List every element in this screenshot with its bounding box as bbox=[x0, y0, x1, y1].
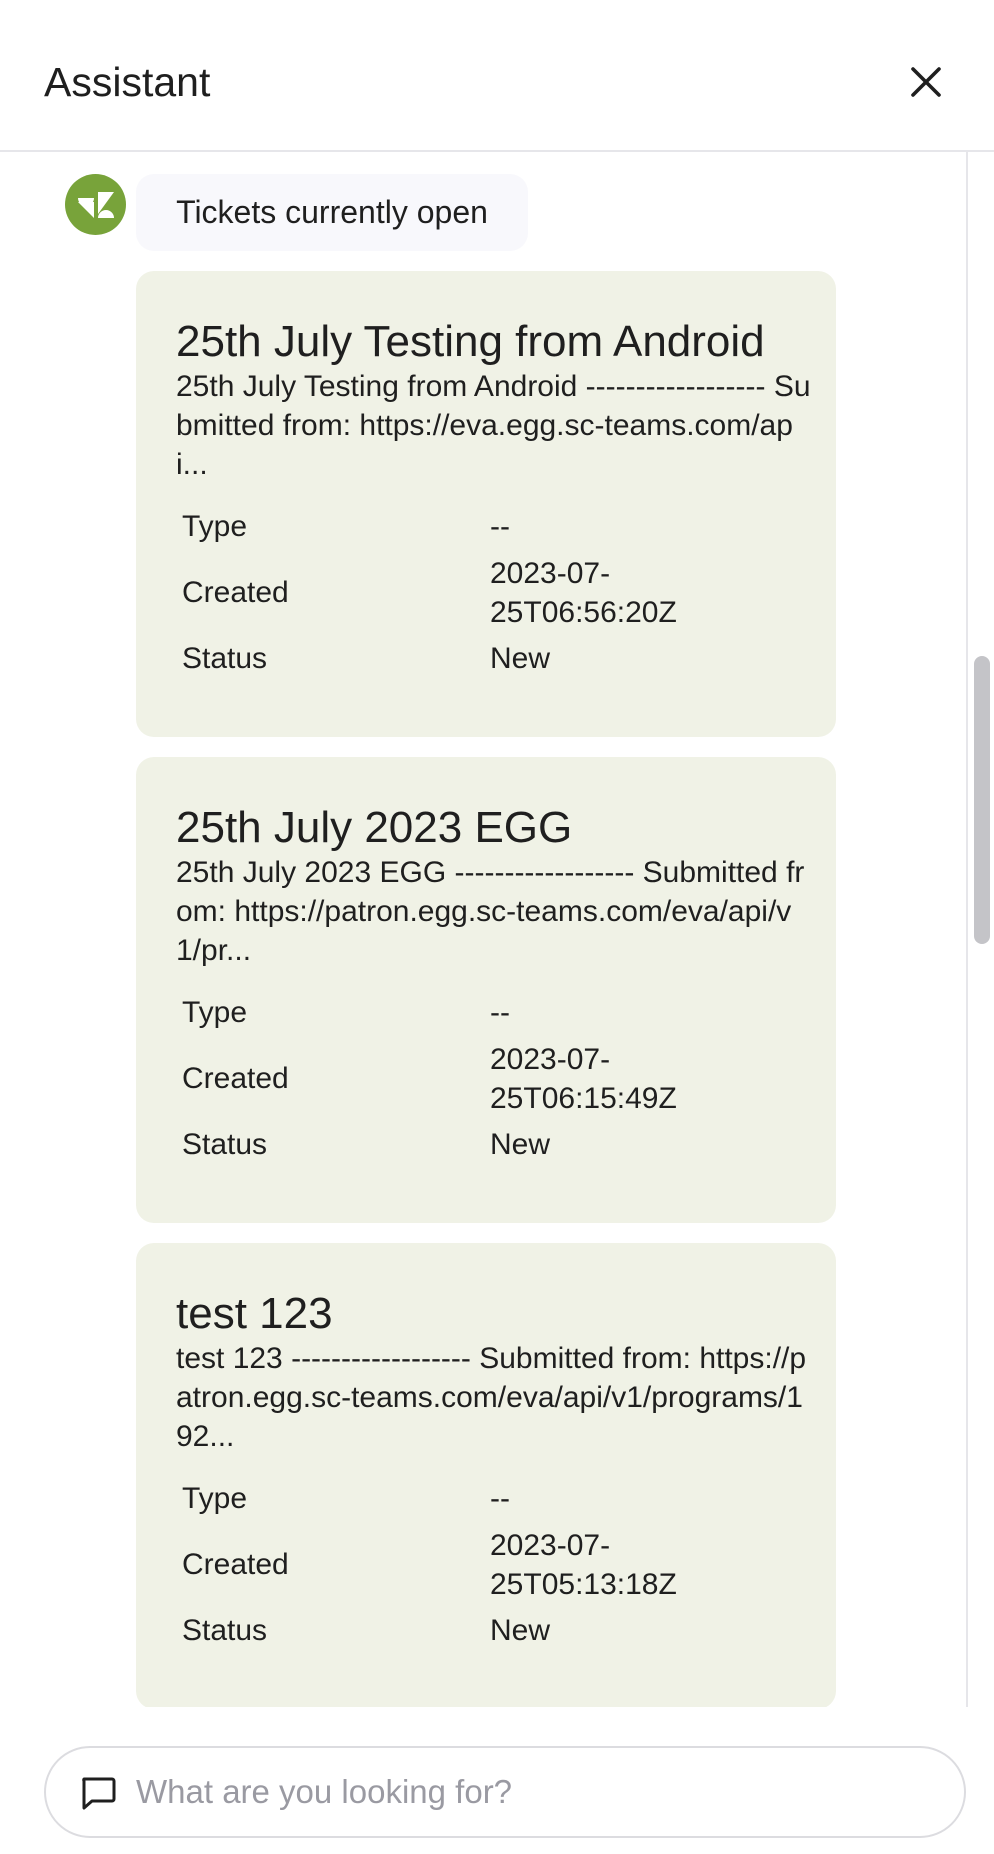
chat-bubble-icon bbox=[82, 1777, 116, 1810]
divider bbox=[966, 152, 968, 1707]
status-value: New bbox=[490, 642, 551, 675]
close-icon bbox=[911, 67, 941, 97]
status-value: New bbox=[490, 1128, 551, 1161]
ticket-description: 25th July 2023 EGG ------------------ Su… bbox=[176, 856, 805, 967]
close-button[interactable] bbox=[902, 58, 950, 106]
type-label: Type bbox=[182, 1482, 248, 1515]
type-label: Type bbox=[182, 510, 248, 543]
zendesk-logo-icon bbox=[65, 174, 126, 235]
created-value: 2023-07-25T06:15:49Z bbox=[490, 1043, 677, 1115]
type-value: -- bbox=[490, 510, 510, 543]
ticket-title: 25th July 2023 EGG bbox=[176, 803, 573, 852]
search-input[interactable] bbox=[136, 1748, 936, 1836]
scrollbar[interactable] bbox=[974, 656, 990, 944]
type-value: -- bbox=[490, 1482, 510, 1515]
created-value: 2023-07-25T05:13:18Z bbox=[490, 1529, 677, 1601]
status-value: New bbox=[490, 1614, 551, 1647]
conversation-area[interactable]: Tickets currently open 25th July Testing… bbox=[0, 152, 994, 1707]
status-label: Status bbox=[182, 1128, 268, 1161]
ticket-description: test 123 ------------------ Submitted fr… bbox=[176, 1342, 807, 1453]
status-label: Status bbox=[182, 642, 268, 675]
ticket-description: 25th July Testing from Android ---------… bbox=[176, 370, 811, 481]
ticket-title: 25th July Testing from Android bbox=[176, 317, 765, 366]
created-value: 2023-07-25T06:56:20Z bbox=[490, 557, 677, 629]
created-label: Created bbox=[182, 576, 289, 609]
message-bubble: Tickets currently open bbox=[136, 174, 528, 251]
created-label: Created bbox=[182, 1062, 289, 1095]
header: Assistant bbox=[0, 0, 994, 152]
ticket-title: test 123 bbox=[176, 1289, 333, 1338]
type-label: Type bbox=[182, 996, 248, 1029]
header-title: Assistant bbox=[44, 59, 211, 105]
type-value: -- bbox=[490, 996, 510, 1029]
search-bar[interactable] bbox=[44, 1746, 966, 1838]
ticket-card[interactable]: 25th July Testing from Android 25th July… bbox=[136, 271, 836, 737]
created-label: Created bbox=[182, 1548, 289, 1581]
ticket-card[interactable]: 25th July 2023 EGG 25th July 2023 EGG --… bbox=[136, 757, 836, 1223]
status-label: Status bbox=[182, 1614, 268, 1647]
ticket-card[interactable]: test 123 test 123 ------------------ Sub… bbox=[136, 1243, 836, 1707]
